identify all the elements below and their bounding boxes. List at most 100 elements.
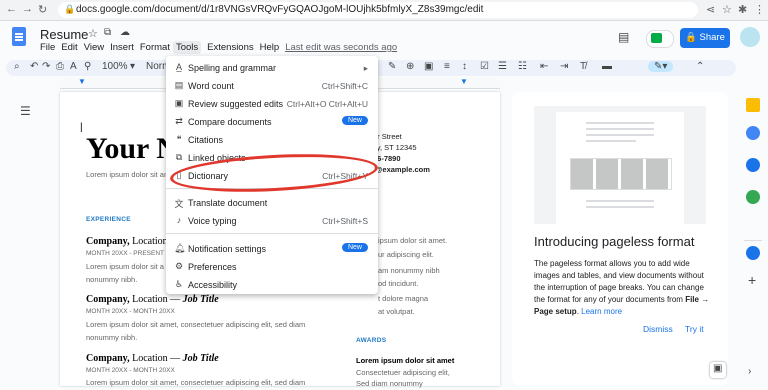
company-name: Company, [86,294,130,305]
menu-item-translate[interactable]: 文 Translate document [166,194,378,212]
try-it-button[interactable]: Try it [685,324,704,334]
illustration-table [570,158,672,190]
more-options-icon[interactable]: ▬ [602,61,612,72]
mic-icon: ♪ [176,215,182,225]
company-name: Company, [86,236,130,247]
align-icon[interactable]: ≡ [444,61,450,72]
text-color-icon[interactable]: ✎ [388,61,396,72]
menu-item-preferences[interactable]: ⚙ Preferences [166,258,378,276]
link-icon: ⧉ [175,152,183,162]
lock-icon[interactable]: 🔒 [64,4,75,15]
maps-icon[interactable] [746,190,760,204]
company-name: Company, [86,353,130,364]
zoom-select[interactable]: 100% [102,61,128,72]
decrease-indent-icon[interactable]: ⇤ [540,61,548,72]
move-folder-icon[interactable]: ⧉ [104,27,111,38]
new-badge: New [341,116,368,125]
print-icon[interactable]: ⎙ [56,61,64,72]
summary-text: Lorem ipsum dolor sit am [86,170,171,179]
bookmark-star-icon[interactable]: ☆ [722,3,732,16]
checklist-icon[interactable]: ☑ [480,61,489,72]
menu-extensions[interactable]: Extensions [207,42,253,53]
job-dates-2: MONTH 20XX - MONTH 20XX [86,308,175,315]
address-line-2: ity, ST 12345 [373,143,417,152]
zoom-dropdown-icon[interactable]: ▾ [130,61,135,72]
back-icon[interactable]: ← [6,3,17,15]
show-side-panel-icon[interactable]: › [748,366,751,377]
editing-mode-icon[interactable]: ✎▾ [648,61,674,72]
clear-formatting-icon[interactable]: T̸ [580,61,586,72]
menu-edit[interactable]: Edit [61,42,77,53]
document-title[interactable]: Resume [40,27,88,42]
line-spacing-icon[interactable]: ↕ [462,61,467,72]
bullet-list-icon[interactable]: ☰ [498,61,507,72]
menu-item-compare[interactable]: ⇄ Compare documents New [166,113,378,131]
job-desc-3a: Lorem ipsum dolor sit amet, consectetuer… [86,378,306,387]
redo-icon[interactable]: ↷ [42,61,50,72]
right-indent-marker-icon[interactable]: ▼ [460,77,468,86]
increase-indent-icon[interactable]: ⇥ [560,61,568,72]
extensions-icon[interactable]: ✱ [738,3,747,16]
explore-button[interactable]: ▣ [710,362,726,378]
menu-help[interactable]: Help [260,42,280,53]
contacts-icon[interactable] [746,158,760,172]
spellcheck-icon: A̲ [175,62,182,72]
preferences-icon: ⚙ [174,261,184,271]
panel-body: The pageless format allows you to add wi… [534,258,710,318]
menu-item-voice-typing[interactable]: ♪ Voice typing Ctrl+Shift+S [166,212,378,230]
avatar[interactable] [740,27,760,47]
menu-item-notifications[interactable]: 🔔︎ Notification settings New [166,240,378,258]
illustration-page [556,112,684,224]
numbered-list-icon[interactable]: ☷ [518,61,527,72]
share-page-icon[interactable]: ⋖ [706,3,715,16]
share-button[interactable]: 🔒 Share [680,28,730,48]
cloud-status-icon[interactable]: ☁ [120,27,130,38]
collapse-toolbar-icon[interactable]: ⌃ [696,61,704,72]
forward-icon[interactable]: → [22,3,33,15]
awards-line-3: Sed diam nonummy [356,379,423,388]
menu-file[interactable]: File [40,42,55,53]
job-title-1: Company, Location [86,236,168,247]
menu-icon[interactable]: ⋮ [754,3,765,16]
reload-icon[interactable]: ↻ [38,3,47,16]
insert-image-icon[interactable]: ▣ [424,61,433,72]
menu-insert[interactable]: Insert [110,42,134,53]
menu-item-accessibility[interactable]: ♿︎ Accessibility [166,276,378,294]
menu-item-label: Spelling and grammar [188,63,277,73]
skills-line-3: am nonummy nibh [378,266,440,275]
dismiss-button[interactable]: Dismiss [643,324,673,334]
meet-button[interactable] [646,30,674,48]
accessibility-icon: ♿︎ [174,279,184,289]
awards-heading: AWARDS [356,337,387,344]
undo-icon[interactable]: ↶ [30,61,38,72]
tasks-icon[interactable] [746,126,760,140]
menu-item-citations[interactable]: ❝ Citations [166,131,378,149]
menu-view[interactable]: View [84,42,104,53]
keep-icon[interactable] [746,98,760,112]
add-icon[interactable]: + [748,272,756,288]
job-desc-2b: nonummy nibh. [86,333,138,342]
translate-icon: 文 [174,199,184,209]
menu-tools[interactable]: Tools [172,41,202,54]
menu-item-spelling[interactable]: A̲ Spelling and grammar ▸ [166,59,378,77]
job-dates-1: MONTH 20XX - PRESENT [86,250,165,257]
insert-link-icon[interactable]: ⊕ [406,61,414,72]
paint-format-icon[interactable]: ⚲ [84,61,91,72]
job-dates-3: MONTH 20XX - MONTH 20XX [86,367,175,374]
menu-item-label: Review suggested edits [188,99,284,109]
menu-format[interactable]: Format [140,42,170,53]
menu-item-word-count[interactable]: ▤ Word count Ctrl+Shift+C [166,77,378,95]
menu-item-review-edits[interactable]: ▣ Review suggested edits Ctrl+Alt+O Ctrl+A… [166,95,378,113]
star-icon[interactable]: ☆ [88,27,98,40]
last-edit-link[interactable]: Last edit was seconds ago [285,42,397,53]
menu-item-label: Accessibility [188,280,238,290]
addon-icon[interactable] [746,246,760,260]
docs-logo-icon[interactable] [12,27,26,46]
left-indent-marker-icon[interactable]: ▼ [78,77,86,86]
search-menus-icon[interactable]: ⌕ [14,61,20,72]
comments-icon[interactable]: ▤ [618,30,629,44]
learn-more-link[interactable]: Learn more [581,307,622,316]
spellcheck-icon[interactable]: A [70,61,77,72]
document-outline-icon[interactable]: ☰ [20,104,31,118]
menu-item-shortcut: Ctrl+Alt+O Ctrl+Alt+U [286,99,368,109]
